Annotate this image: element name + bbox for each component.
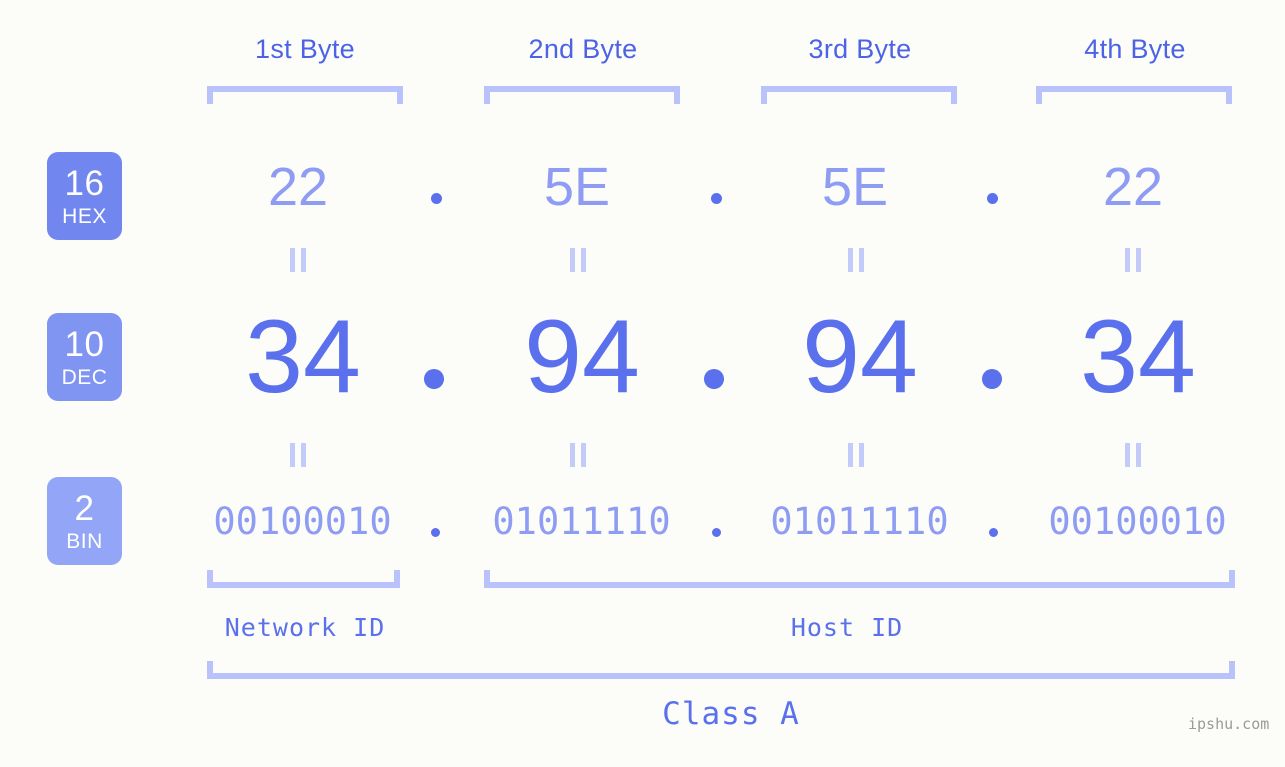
class-bracket [207, 661, 1235, 679]
hex-separator-dot-3 [987, 193, 998, 204]
badge-dec: 10 DEC [47, 313, 122, 401]
dec-separator-dot-2 [704, 369, 724, 389]
badge-hex-base: 16 [64, 163, 105, 203]
byte-bracket-2 [484, 86, 680, 104]
dec-value-2: 94 [524, 299, 640, 415]
byte-bracket-3 [761, 86, 957, 104]
dec-value-3: 94 [802, 299, 918, 415]
byte-bracket-1 [207, 86, 403, 104]
equals-symbol-dec-bin-2 [570, 443, 586, 467]
badge-bin-system: BIN [66, 529, 103, 553]
equals-symbol-dec-bin-3 [848, 443, 864, 467]
hex-value-2: 5E [543, 157, 611, 217]
bin-value-4: 00100010 [1048, 500, 1227, 543]
equals-symbol-hex-dec-2 [570, 248, 586, 272]
hex-value-4: 22 [1102, 157, 1164, 217]
network-id-bracket [207, 570, 400, 588]
host-id-bracket [484, 570, 1235, 588]
badge-bin-base: 2 [74, 488, 95, 528]
equals-symbol-dec-bin-4 [1125, 443, 1141, 467]
badge-hex-system: HEX [62, 204, 107, 228]
byte-header-1: 1st Byte [255, 34, 355, 64]
bin-value-2: 01011110 [492, 500, 671, 543]
hex-separator-dot-2 [711, 193, 722, 204]
byte-header-4: 4th Byte [1084, 34, 1186, 64]
dec-value-1: 34 [245, 299, 361, 415]
bin-separator-dot-1 [431, 528, 440, 537]
class-label: Class A [662, 696, 800, 732]
equals-symbol-dec-bin-1 [290, 443, 306, 467]
equals-symbol-hex-dec-3 [848, 248, 864, 272]
dec-value-4: 34 [1080, 299, 1196, 415]
host-id-label: Host ID [790, 613, 904, 642]
bin-separator-dot-3 [989, 528, 998, 537]
dec-separator-dot-3 [982, 369, 1002, 389]
watermark: ipshu.com [1188, 715, 1270, 733]
badge-bin: 2 BIN [47, 477, 122, 565]
badge-dec-system: DEC [61, 365, 108, 389]
equals-symbol-hex-dec-4 [1125, 248, 1141, 272]
ip-address-breakdown-diagram: 1st Byte 2nd Byte 3rd Byte 4th Byte 16 H… [0, 0, 1285, 767]
hex-value-1: 22 [267, 157, 329, 217]
equals-symbol-hex-dec-1 [290, 248, 306, 272]
badge-hex: 16 HEX [47, 152, 122, 240]
bin-value-1: 00100010 [213, 500, 392, 543]
byte-header-3: 3rd Byte [808, 34, 912, 64]
hex-separator-dot-1 [431, 193, 442, 204]
byte-header-2: 2nd Byte [528, 34, 638, 64]
network-id-label: Network ID [224, 613, 386, 642]
bin-separator-dot-2 [712, 528, 721, 537]
byte-bracket-4 [1036, 86, 1232, 104]
hex-value-3: 5E [821, 157, 889, 217]
dec-separator-dot-1 [424, 369, 444, 389]
bin-value-3: 01011110 [770, 500, 949, 543]
badge-dec-base: 10 [64, 324, 105, 364]
